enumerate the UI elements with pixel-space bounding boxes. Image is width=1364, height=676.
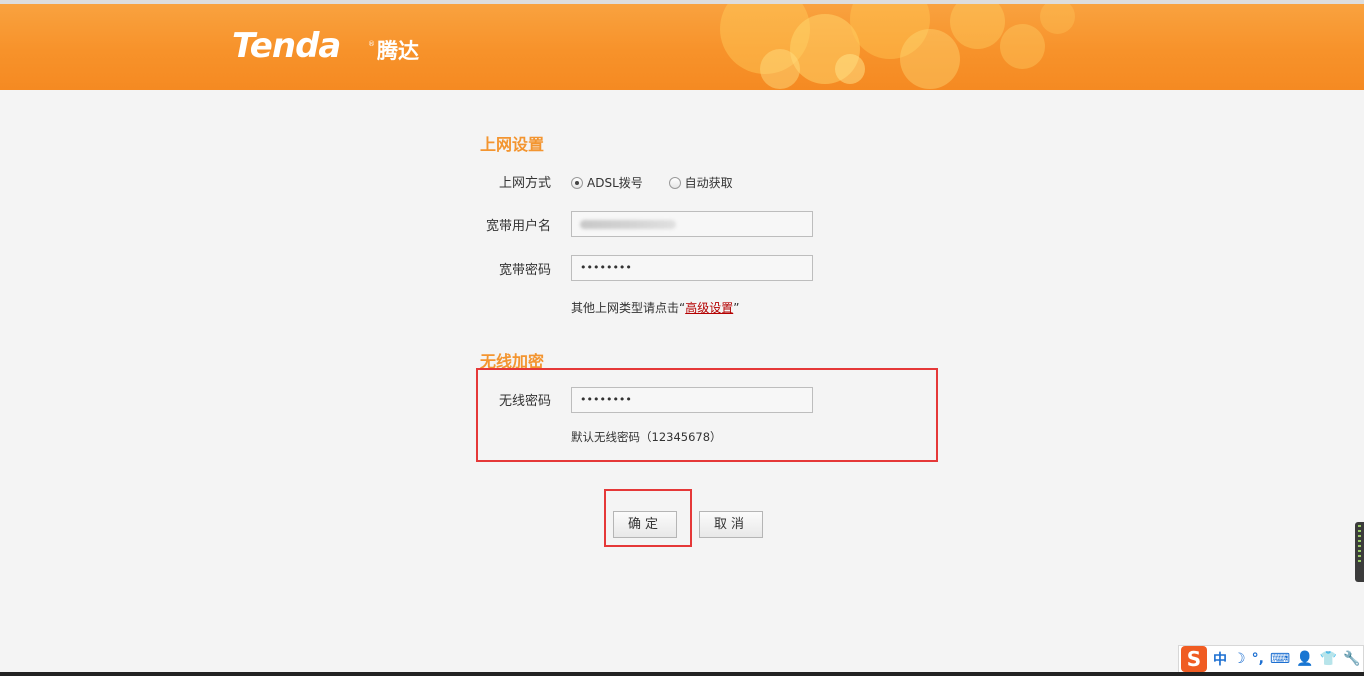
header-banner: Tenda ® 腾达 [0,4,1364,90]
radio-dhcp-button[interactable] [668,177,681,189]
radio-adsl[interactable]: ADSL拨号 [571,175,643,191]
side-panel-handle[interactable] [1355,522,1364,582]
pppoe-password-label: 宽带密码 [498,263,551,278]
radio-dhcp-label: 自动获取 [684,176,733,190]
ime-user-icon[interactable]: 👤 [1296,651,1313,667]
advanced-settings-hint: 其他上网类型请点击“高级设置” [571,300,739,316]
hint-prefix: 其他上网类型请点击“ [571,301,686,315]
advanced-settings-link[interactable]: 高级设置 [685,301,733,315]
connection-mode-label: 上网方式 [498,176,551,191]
sogou-logo-icon[interactable]: S [1181,646,1207,672]
registered-mark: ® [368,40,375,48]
redacted-username [580,220,676,229]
wireless-password-label: 无线密码 [498,394,551,409]
tenda-logo-cn: 腾达 [377,39,419,63]
ime-skin-shirt-icon[interactable]: 👕 [1320,651,1337,667]
ime-halfwidth-moon-icon[interactable]: ☽ [1233,651,1246,667]
confirm-button[interactable]: 确定 [613,511,677,538]
default-wireless-password-hint: 默认无线密码（12345678） [571,430,722,444]
pppoe-username-label: 宽带用户名 [485,219,551,234]
taskbar-edge [0,672,1364,676]
ime-keyboard-icon[interactable]: ⌨ [1270,651,1290,667]
cancel-button[interactable]: 取消 [699,511,763,538]
ime-toolbar: S 中 ☽ °, ⌨ 👤 👕 🔧 [1178,645,1364,673]
radio-dhcp[interactable]: 自动获取 [668,175,733,191]
ime-settings-wrench-icon[interactable]: 🔧 [1343,651,1360,667]
tenda-logo: Tenda [232,26,341,66]
radio-adsl-button[interactable] [571,177,583,189]
pppoe-password-input[interactable]: •••••••• [571,255,813,281]
connection-mode-radio-group: ADSL拨号 自动获取 [571,175,755,193]
ime-punctuation-icon[interactable]: °, [1252,651,1264,667]
wireless-highlight-box [476,368,938,462]
internet-section-title: 上网设置 [480,135,545,154]
radio-adsl-label: ADSL拨号 [587,176,643,190]
ime-chinese-mode-icon[interactable]: 中 [1213,649,1227,669]
pppoe-username-input[interactable] [571,211,813,237]
hint-suffix: ” [733,301,740,315]
wireless-password-input[interactable]: •••••••• [571,387,813,413]
